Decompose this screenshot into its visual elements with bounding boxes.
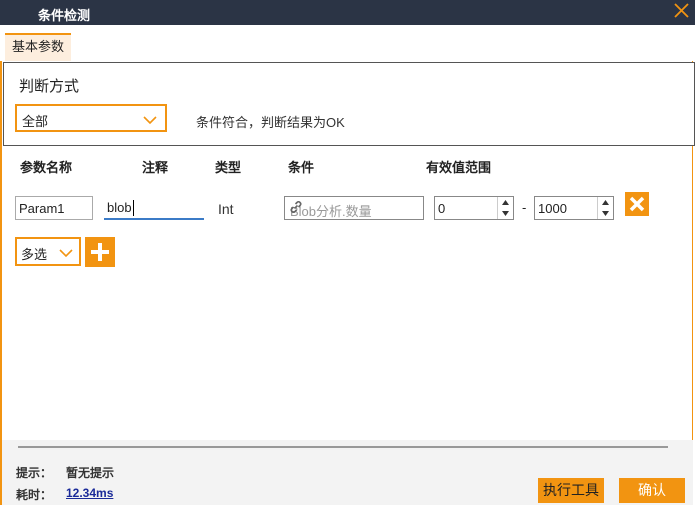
spin-down-icon[interactable] [498, 208, 513, 219]
header-param-name: 参数名称 [20, 160, 73, 175]
header-valid-range: 有效值范围 [426, 160, 492, 175]
text-caret [133, 200, 134, 216]
elapsed-label: 耗时： [16, 488, 53, 502]
param-type: Int [218, 201, 234, 217]
param-remark-input[interactable]: blob [104, 196, 204, 220]
spin-buttons [597, 197, 613, 219]
range-max-spinbox[interactable]: 1000 [534, 196, 614, 220]
tab-basic-params[interactable]: 基本参数 [5, 33, 71, 61]
range-min-value: 0 [438, 201, 446, 216]
param-name-input[interactable]: Param1 [15, 196, 93, 220]
plus-icon [91, 243, 109, 261]
condition-input[interactable]: Blob分析.数量 [284, 196, 424, 220]
delete-row-button[interactable] [625, 192, 649, 216]
elapsed-value[interactable]: 12.34ms [66, 486, 113, 500]
header-type: 类型 [215, 160, 242, 175]
run-tool-button[interactable]: 执行工具 [538, 478, 604, 503]
link-icon[interactable] [290, 200, 415, 216]
judge-mode-description: 条件符合，判断结果为OK [196, 115, 345, 130]
judge-mode-select[interactable]: 全部 [15, 104, 167, 132]
title-bar: 条件检测 [0, 0, 695, 25]
tab-bar: 基本参数 [0, 25, 695, 61]
spin-up-icon[interactable] [498, 197, 513, 208]
header-condition: 条件 [288, 160, 315, 175]
param-name-value: Param1 [19, 201, 65, 216]
tip-value: 暂无提示 [66, 466, 115, 480]
range-min-spinbox[interactable]: 0 [434, 196, 514, 220]
close-icon[interactable] [672, 1, 692, 21]
horizontal-scrollbar[interactable] [18, 446, 668, 448]
spin-up-icon[interactable] [598, 197, 613, 208]
judge-mode-title: 判断方式 [19, 78, 80, 95]
chevron-down-icon [143, 113, 157, 128]
add-param-button[interactable] [85, 237, 115, 267]
header-remark: 注释 [142, 160, 169, 175]
judge-mode-value: 全部 [22, 114, 49, 129]
chevron-down-icon [59, 246, 73, 261]
window-title: 条件检测 [38, 8, 91, 23]
param-remark-value: blob [107, 200, 132, 215]
spin-down-icon[interactable] [598, 208, 613, 219]
range-separator: - [522, 200, 527, 215]
close-icon [629, 196, 645, 212]
spin-buttons [497, 197, 513, 219]
range-max-value: 1000 [538, 201, 567, 216]
tip-label: 提示： [16, 466, 53, 480]
confirm-button[interactable]: 确认 [619, 478, 685, 503]
judge-mode-panel: 判断方式 全部 条件符合，判断结果为OK [3, 62, 695, 146]
add-mode-select[interactable]: 多选 [15, 237, 81, 266]
add-mode-value: 多选 [21, 247, 48, 262]
